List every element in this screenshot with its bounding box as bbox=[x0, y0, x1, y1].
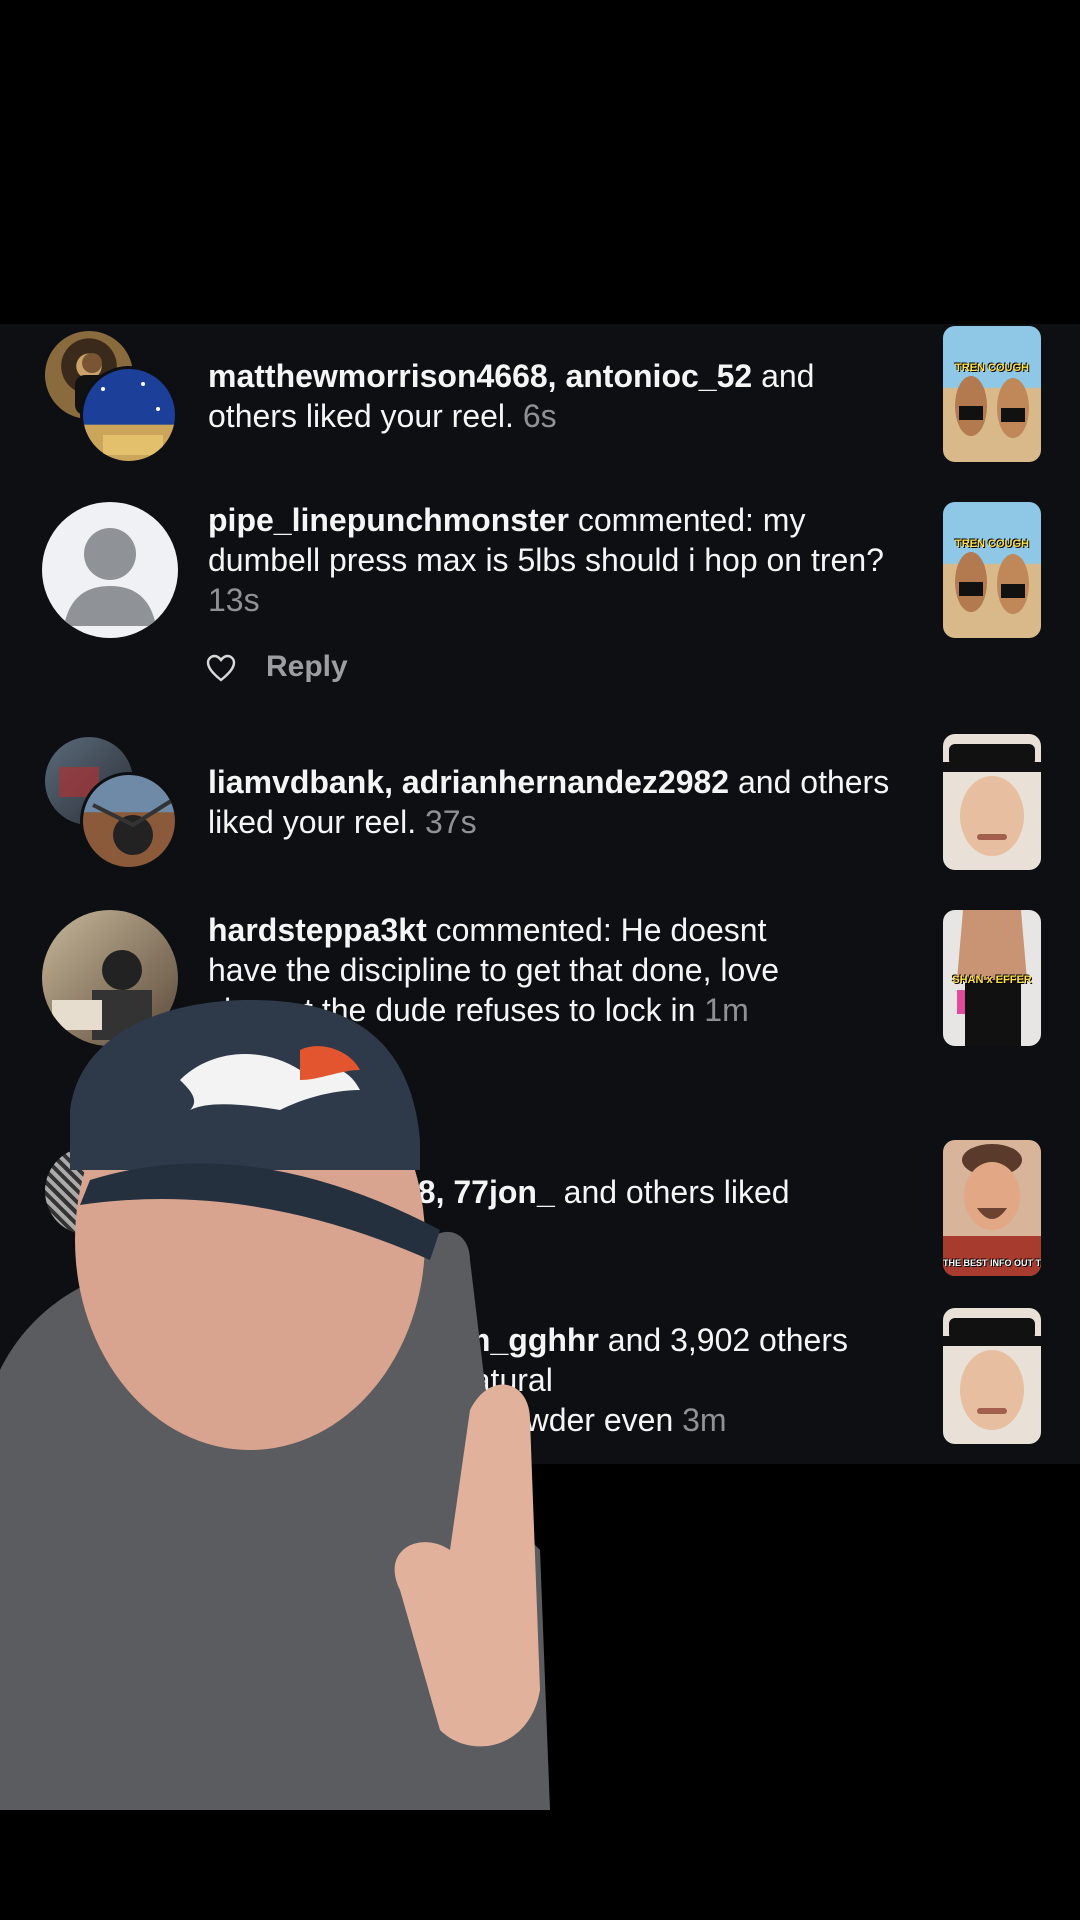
reel-preview-image-icon bbox=[943, 744, 1041, 856]
thumbnail-caption: SHAN x EFFER bbox=[952, 974, 1032, 986]
notification-users[interactable]: pipe_linepunchmonster bbox=[208, 502, 569, 538]
reel-thumbnail[interactable]: THE BEST INFO OUT THAR bbox=[943, 1140, 1041, 1276]
reel-thumbnail[interactable]: TREN COUGH bbox=[943, 326, 1041, 462]
notification-message: and others liked bbox=[554, 1174, 790, 1210]
creator-video-overlay bbox=[0, 1000, 550, 1810]
notification-time: 6s bbox=[522, 398, 557, 434]
notification-users[interactable]: hardsteppa3kt bbox=[208, 912, 427, 948]
user-avatar-photo-icon bbox=[101, 382, 163, 455]
avatar-stack[interactable] bbox=[42, 734, 178, 870]
avatar[interactable] bbox=[80, 366, 178, 464]
reel-preview-image-icon bbox=[955, 552, 1029, 614]
reel-thumbnail[interactable] bbox=[943, 734, 1041, 870]
notification-message: and 3,902 others bbox=[598, 1322, 848, 1358]
reel-thumbnail[interactable]: SHAN x EFFER bbox=[943, 910, 1041, 1046]
notification-time: 13s bbox=[208, 582, 260, 618]
user-avatar-photo-icon bbox=[92, 799, 173, 855]
reel-thumbnail[interactable] bbox=[943, 1308, 1041, 1444]
thumbnail-caption: THE BEST INFO OUT THAR bbox=[943, 1258, 1041, 1268]
avatar-stack[interactable] bbox=[42, 328, 178, 464]
notification-users[interactable]: liamvdbank, adrianhernandez2982 bbox=[208, 764, 729, 800]
reel-thumbnail[interactable]: TREN COUGH bbox=[943, 502, 1041, 638]
avatar[interactable] bbox=[42, 502, 178, 638]
reel-preview-image-icon bbox=[955, 376, 1029, 438]
notification-users[interactable]: matthewmorrison4668, antonioc_52 bbox=[208, 358, 752, 394]
default-user-icon bbox=[64, 528, 156, 626]
thumbnail-caption: TREN COUGH bbox=[955, 538, 1029, 550]
notification-text: liamvdbank, adrianhernandez2982 and othe… bbox=[208, 762, 908, 842]
notification-message: commented: He doesnt bbox=[426, 912, 767, 948]
notification-item[interactable]: matthewmorrison4668, antonioc_52 and oth… bbox=[0, 324, 1080, 474]
reel-preview-image-icon bbox=[943, 1318, 1041, 1430]
reel-preview-image-icon bbox=[943, 1144, 1041, 1276]
avatar-stack[interactable] bbox=[42, 502, 178, 638]
notification-time: 3m bbox=[682, 1402, 727, 1438]
reply-button[interactable]: Reply bbox=[266, 650, 348, 684]
notification-text: pipe_linepunchmonster commented: my dumb… bbox=[208, 500, 908, 620]
notification-time: 1m bbox=[704, 992, 749, 1028]
heart-icon[interactable] bbox=[206, 654, 236, 682]
notification-text: matthewmorrison4668, antonioc_52 and oth… bbox=[208, 356, 908, 436]
avatar[interactable] bbox=[80, 772, 178, 870]
notification-time: 37s bbox=[424, 804, 477, 840]
notification-item[interactable]: liamvdbank, adrianhernandez2982 and othe… bbox=[0, 734, 1080, 884]
thumbnail-caption: TREN COUGH bbox=[955, 362, 1029, 374]
notification-message: have the discipline to get that done, lo… bbox=[208, 952, 780, 988]
